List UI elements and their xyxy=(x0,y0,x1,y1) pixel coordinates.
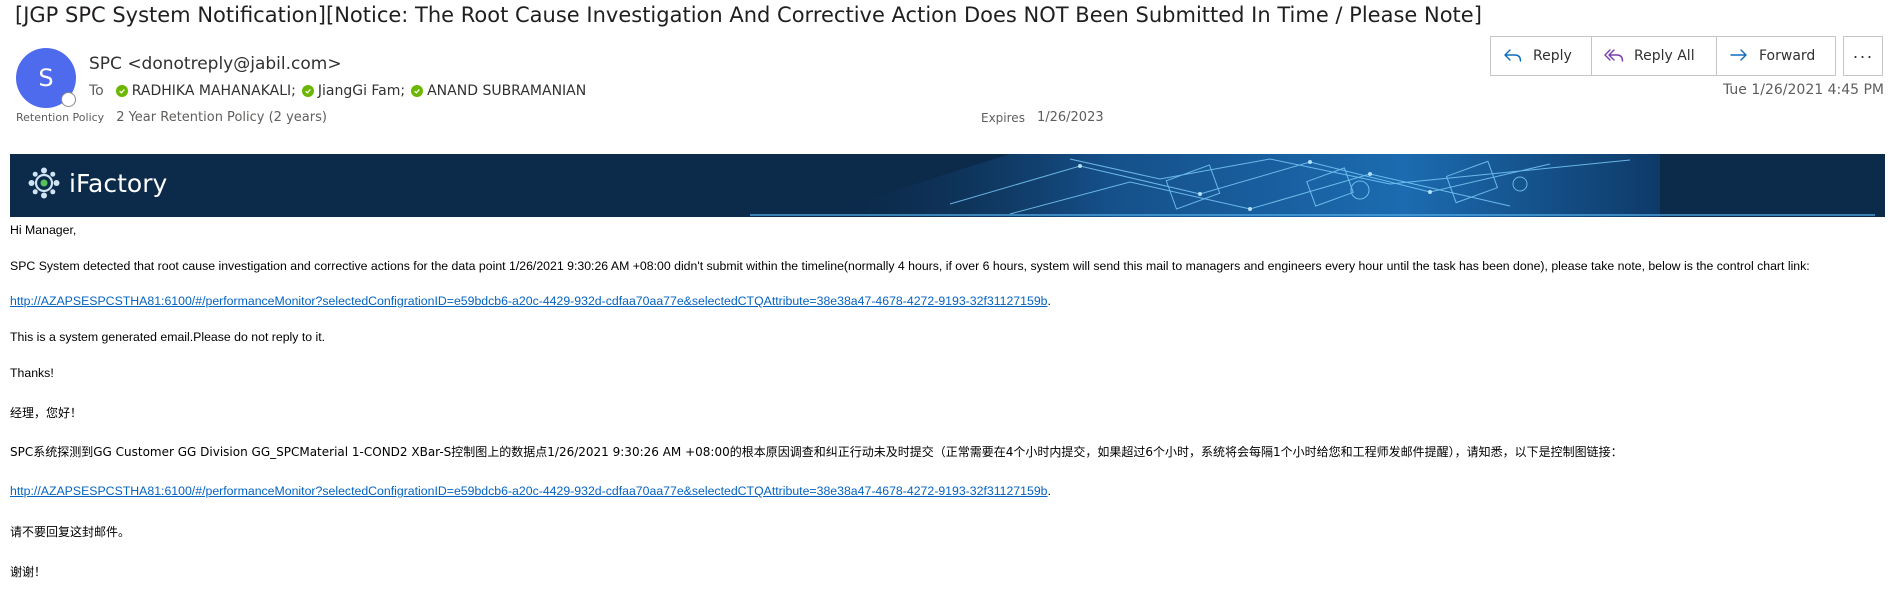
cn-thanks: 谢谢！ xyxy=(10,565,47,579)
expires-label: Expires xyxy=(981,110,1025,125)
recipient[interactable]: RADHIKA MAHANAKALI; xyxy=(115,83,296,99)
ifactory-banner: iFactory xyxy=(10,154,1885,217)
recipient-name: ANAND SUBRAMANIAN xyxy=(427,83,587,99)
notification-message: SPC System detected that root cause inve… xyxy=(10,259,1810,273)
cn-message: SPC系统探测到GG Customer GG Division GG_SPCMa… xyxy=(10,445,1623,459)
banner-divider xyxy=(750,214,1875,216)
cn-greeting: 经理，您好！ xyxy=(10,406,83,420)
recipient-name: JiangGi Fam; xyxy=(317,83,406,99)
ifactory-logo-icon xyxy=(28,167,60,199)
to-label: To xyxy=(89,83,104,99)
available-check-icon xyxy=(115,85,128,97)
email-subject: [JGP SPC System Notification][Notice: Th… xyxy=(15,3,1482,27)
recipient[interactable]: ANAND SUBRAMANIAN xyxy=(411,83,586,99)
reply-all-button[interactable]: Reply All xyxy=(1592,37,1717,75)
available-check-icon xyxy=(411,85,424,97)
control-chart-link-cn[interactable]: http://AZAPSESPCSTHA81:6100/#/performanc… xyxy=(10,484,1048,498)
reply-label: Reply xyxy=(1533,48,1572,64)
retention-policy: Retention Policy 2 Year Retention Policy… xyxy=(16,110,327,125)
circuit-banner-image xyxy=(810,154,1660,217)
link-paragraph: http://AZAPSESPCSTHA81:6100/#/performanc… xyxy=(10,294,1051,308)
link-suffix: . xyxy=(1047,294,1051,308)
sender-name[interactable]: SPC <donotreply@jabil.com> xyxy=(89,54,342,74)
presence-status-icon xyxy=(61,92,76,107)
recipients-line: To RADHIKA MAHANAKALI; JiangGi Fam; ANAN… xyxy=(89,81,592,101)
banner-title: iFactory xyxy=(69,169,168,198)
forward-button[interactable]: Forward xyxy=(1717,37,1835,75)
expires-info: Expires 1/26/2023 xyxy=(981,110,1104,125)
expires-value: 1/26/2023 xyxy=(1036,110,1104,125)
retention-label: Retention Policy xyxy=(16,111,105,124)
recipient-name: RADHIKA MAHANAKALI; xyxy=(131,83,296,99)
cn-no-reply: 请不要回复这封邮件。 xyxy=(10,525,131,539)
reply-arrow-icon xyxy=(1504,49,1522,62)
system-note: This is a system generated email.Please … xyxy=(10,330,326,344)
reply-all-arrow-icon xyxy=(1604,49,1624,62)
ellipsis-icon: ··· xyxy=(1852,45,1874,66)
thanks: Thanks! xyxy=(10,366,54,380)
sent-timestamp: Tue 1/26/2021 4:45 PM xyxy=(1722,82,1884,98)
retention-value: 2 Year Retention Policy (2 years) xyxy=(116,110,327,125)
reply-all-label: Reply All xyxy=(1634,48,1695,64)
greeting: Hi Manager, xyxy=(10,223,77,237)
cn-link-suffix: . xyxy=(1047,484,1051,498)
forward-label: Forward xyxy=(1759,48,1816,64)
cn-link-paragraph: http://AZAPSESPCSTHA81:6100/#/performanc… xyxy=(10,484,1051,498)
message-actions: Reply Reply All Forward xyxy=(1490,36,1836,76)
control-chart-link[interactable]: http://AZAPSESPCSTHA81:6100/#/performanc… xyxy=(10,294,1048,308)
more-actions-button[interactable]: ··· xyxy=(1843,36,1883,76)
available-check-icon xyxy=(301,85,314,97)
reply-button[interactable]: Reply xyxy=(1491,37,1592,75)
recipient[interactable]: JiangGi Fam; xyxy=(301,83,406,99)
forward-arrow-icon xyxy=(1730,49,1747,61)
